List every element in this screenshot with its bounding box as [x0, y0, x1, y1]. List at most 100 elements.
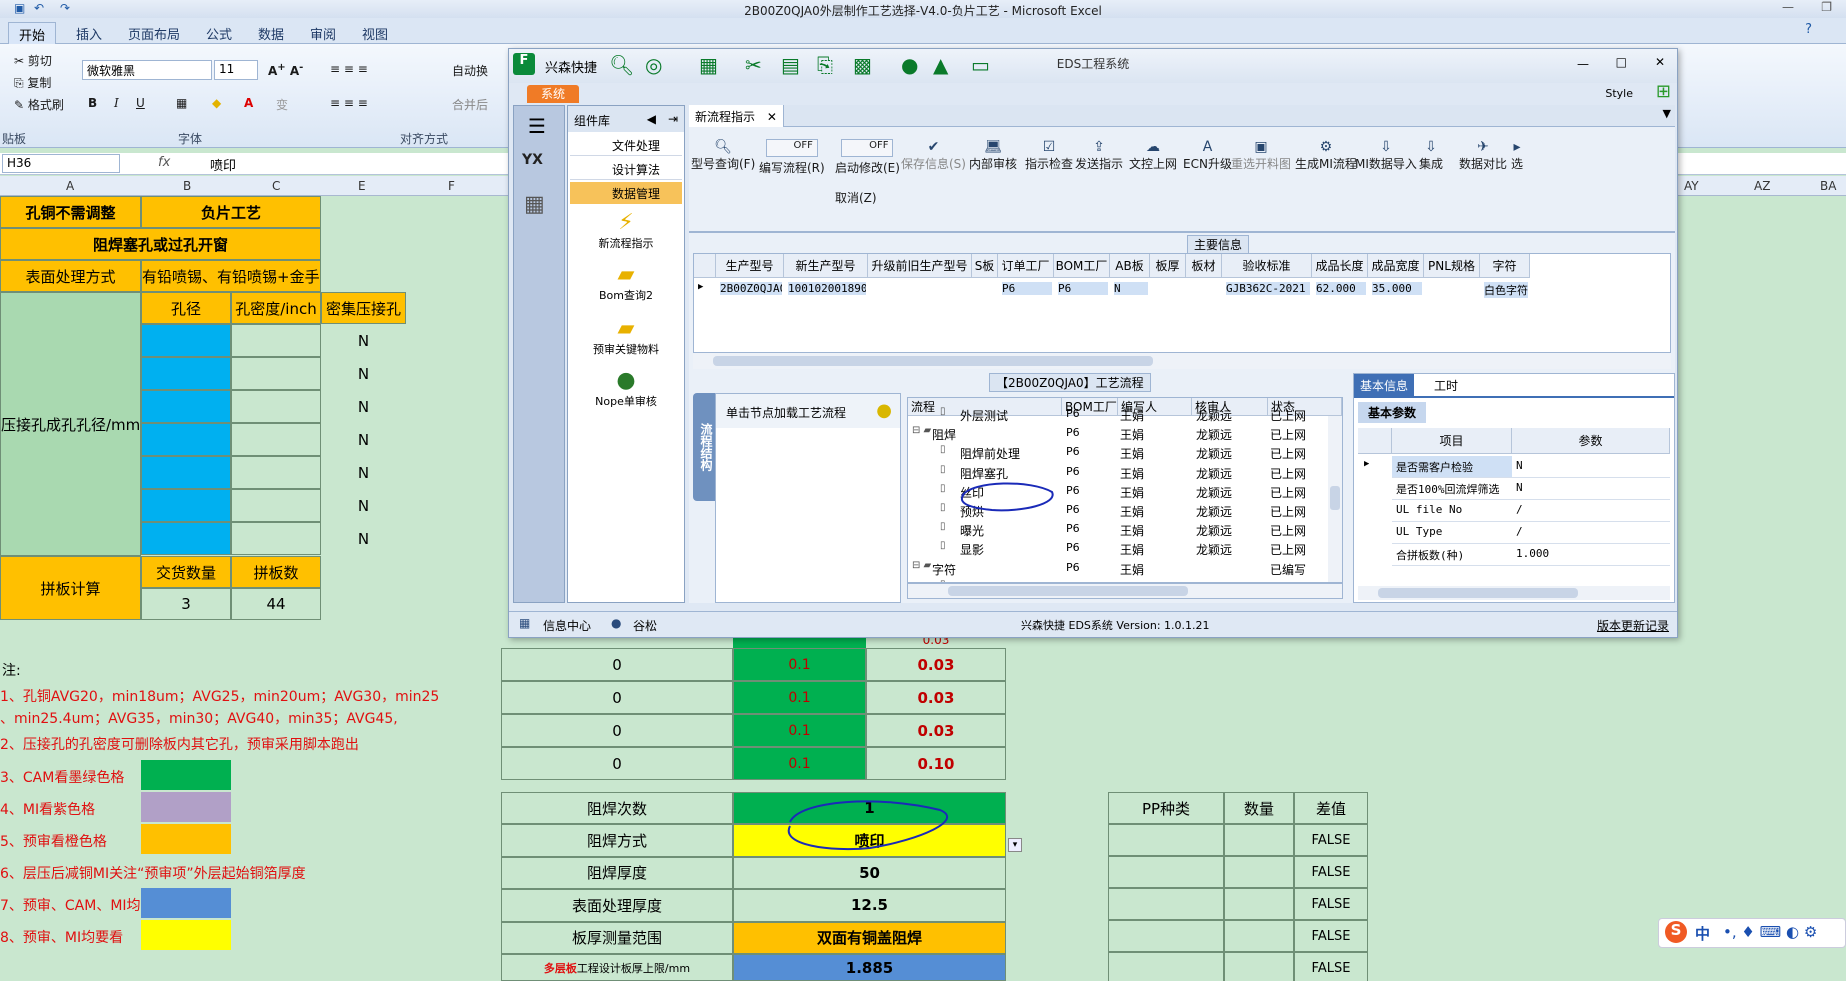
cell-mid-b[interactable]: 0.1	[733, 681, 866, 714]
tree-row[interactable]: ▯ 外层测试 P6 王娟 龙颖远 已上网	[908, 406, 1342, 424]
pp-qty-cell[interactable]	[1224, 824, 1294, 856]
cell-board-thickness-limit-label[interactable]: 多层板 工程设计板厚上限/mm	[501, 954, 733, 981]
grow-font-button[interactable]: A+ A-	[268, 62, 303, 78]
formula-input[interactable]: 喷印	[210, 155, 236, 174]
tree-node-name[interactable]: 阻焊前处理	[960, 445, 1020, 462]
params-header-item[interactable]: 项目	[1392, 428, 1512, 454]
pp-qty-cell[interactable]	[1224, 920, 1294, 952]
cell-mid-b[interactable]: 0.1	[733, 747, 866, 780]
col-ay[interactable]: AY	[1684, 179, 1699, 193]
cell-low-label[interactable]: 阻焊方式	[501, 824, 733, 857]
name-box[interactable]: H36	[2, 154, 120, 173]
toolbar-button-4[interactable]: 💻︎ 内部审核	[969, 139, 1017, 172]
pp-diff-cell[interactable]: FALSE	[1294, 920, 1368, 952]
cell-panel-count-header[interactable]: 拼板数	[231, 556, 321, 588]
cell-mid-a[interactable]: 0	[501, 648, 733, 681]
tree-header[interactable]: PPC	[1342, 398, 1343, 416]
toolbar-button-3[interactable]: ✔ 保存信息(S)	[901, 139, 966, 172]
toolbar-button-0[interactable]: 🔍︎ 型号查询(F)	[691, 139, 755, 172]
tree-scrollbar[interactable]	[907, 583, 1343, 599]
tree-row[interactable]: ⊟ ▰ 字符 P6 王娟 已编写	[908, 560, 1342, 578]
pp-type-cell[interactable]	[1108, 888, 1224, 920]
align-top-icon[interactable]: ≡ ≡ ≡	[330, 62, 368, 76]
collapse-icon[interactable]: ◀	[647, 112, 656, 126]
cell-delivery-qty-header[interactable]: 交货数量	[141, 556, 231, 588]
pin-icon[interactable]: ⇥	[668, 112, 678, 126]
grid-header[interactable]: 升级前旧生产型号	[868, 254, 972, 278]
pp-qty-header[interactable]: 数量	[1224, 792, 1294, 824]
grid-header[interactable]: BOM工厂	[1054, 254, 1110, 278]
param-name[interactable]: 是否100%回流焊筛选	[1392, 478, 1512, 500]
cell-mid-c[interactable]: 0.10	[866, 747, 1006, 780]
grid-header[interactable]: 验收标准	[1222, 254, 1312, 278]
tab-formulas[interactable]: 公式	[196, 22, 242, 44]
param-name[interactable]: 是否需客户检验	[1392, 456, 1512, 478]
cell-hole-diameter-value[interactable]	[141, 423, 231, 456]
cell-low-label[interactable]: 阻焊次数	[501, 792, 733, 825]
fill-color-icon[interactable]: ◆	[212, 96, 221, 110]
grid-cell[interactable]: N	[1114, 282, 1148, 295]
pp-diff-cell[interactable]: FALSE	[1294, 856, 1368, 888]
toolbar-button-13[interactable]: ✈ 数据对比	[1459, 139, 1507, 172]
tabs-dropdown-icon[interactable]: ▼	[1663, 107, 1671, 120]
cell-hole-density-value[interactable]	[231, 456, 321, 489]
cell-board-thickness-limit[interactable]: 1.885	[733, 954, 1006, 981]
col-c[interactable]: C	[272, 179, 280, 193]
grid-header[interactable]: 订单工厂	[998, 254, 1054, 278]
cell-mid-c[interactable]: 0.03	[866, 648, 1006, 681]
cell-a3[interactable]: 表面处理方式	[0, 260, 141, 292]
cell-panel-count[interactable]: 44	[231, 588, 321, 620]
grid-header[interactable]: 板材	[1186, 254, 1222, 278]
cell-hole-diameter-value[interactable]	[141, 522, 231, 555]
cell-hole-density[interactable]: 孔密度/inch	[231, 292, 321, 324]
toolbar-button-9[interactable]: ▣ 重选开料图	[1231, 139, 1291, 172]
cell-delivery-qty[interactable]: 3	[141, 588, 231, 620]
pp-qty-cell[interactable]	[1224, 888, 1294, 920]
cell-press-fit-label[interactable]: 压接孔成孔孔径/mm	[0, 292, 141, 556]
cell-hole-density-value[interactable]	[231, 357, 321, 390]
cell-hole-diameter-value[interactable]	[141, 489, 231, 522]
tab-insert[interactable]: 插入	[66, 22, 112, 44]
cell-mid-b[interactable]: 0.1	[733, 714, 866, 747]
pp-diff-cell[interactable]: FALSE	[1294, 952, 1368, 981]
cell-b3[interactable]: 有铅喷锡、有铅喷锡+金手指	[141, 260, 321, 292]
eds-minimize-icon[interactable]: —	[1577, 57, 1589, 71]
grid-cell[interactable]: 2B00Z0QJA0	[720, 282, 782, 295]
cell-hole-density-value[interactable]	[231, 522, 321, 555]
toolbar-button-11[interactable]: ⇩ MI数据导入	[1355, 139, 1417, 172]
grid-cell[interactable]: 10010200189042	[788, 282, 866, 295]
underline-button[interactable]: U	[136, 96, 145, 110]
toolbar-button-10[interactable]: ⚙ 生成MI流程	[1295, 139, 1357, 172]
toolbar-button-5[interactable]: ☑ 指示检查	[1025, 139, 1073, 172]
fx-icon[interactable]: fx	[158, 155, 170, 170]
tab-review[interactable]: 审阅	[300, 22, 346, 44]
eds-window[interactable]: F 兴森快捷 🔍︎ ◎ ▦ ✂ ▤ ⎘ ▩ ● ▲ ▭ EDS工程系统 — □ …	[508, 48, 1678, 638]
tab-data[interactable]: 数据	[248, 22, 294, 44]
cell-press-fit-value[interactable]: N	[321, 423, 406, 456]
cell-low-label[interactable]: 表面处理厚度	[501, 889, 733, 922]
flow-structure-tab[interactable]: 流程结构	[693, 393, 715, 501]
param-name[interactable]: UL Type	[1392, 522, 1512, 544]
lib-item-data-management[interactable]: 数据管理	[570, 182, 682, 204]
param-name[interactable]: UL file No	[1392, 500, 1512, 522]
cell-hole-diameter-value[interactable]	[141, 357, 231, 390]
style-selector[interactable]: Style	[1605, 87, 1633, 100]
pp-type-cell[interactable]	[1108, 952, 1224, 981]
grid-header[interactable]: 新生产型号	[784, 254, 868, 278]
cell-low-value[interactable]: 双面有铜盖阻焊	[733, 921, 1006, 954]
toggle-switch[interactable]: OFF	[765, 139, 818, 157]
grid-header[interactable]: 成品宽度	[1368, 254, 1424, 278]
tree-node-name[interactable]: 曝光	[960, 522, 984, 539]
phonetic-icon[interactable]: 变	[276, 96, 288, 113]
pp-type-cell[interactable]	[1108, 856, 1224, 888]
param-value[interactable]: N	[1512, 456, 1670, 478]
cell-b1[interactable]: 负片工艺	[141, 196, 321, 228]
cancel-button[interactable]: 取消(Z)	[835, 189, 877, 206]
col-f[interactable]: F	[448, 179, 455, 193]
tree-row[interactable]: ▯ 阻焊前处理 P6 王娟 龙颖远 已上网	[908, 444, 1342, 462]
tree-row[interactable]: ▯ 显影 P6 王娟 龙颖远 已上网	[908, 540, 1342, 558]
col-az[interactable]: AZ	[1754, 179, 1770, 193]
cell-panel-calc[interactable]: 拼板计算	[0, 556, 141, 620]
pp-qty-cell[interactable]	[1224, 952, 1294, 981]
sogou-icon[interactable]: S	[1665, 921, 1687, 943]
